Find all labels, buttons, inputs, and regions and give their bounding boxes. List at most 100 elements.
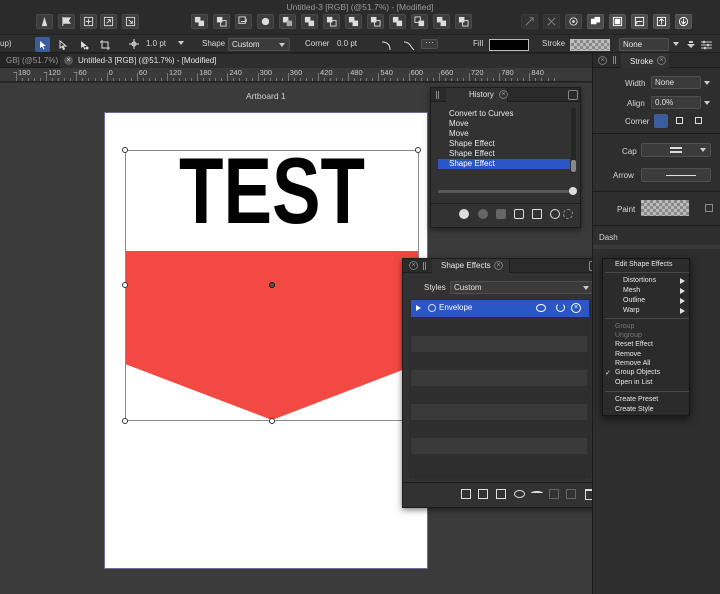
stroke-width-value[interactable]: 1.0 pt [146, 39, 166, 48]
selection-handle-nw[interactable] [122, 147, 128, 153]
menu-item-mesh[interactable]: Mesh [623, 287, 640, 294]
close-icon[interactable]: × [657, 56, 666, 65]
chevron-down-icon[interactable] [704, 101, 710, 105]
boolean-divide-button[interactable] [279, 14, 296, 29]
chevron-down-icon[interactable] [704, 81, 710, 85]
panel-menu-icon[interactable] [568, 90, 578, 100]
cap-select[interactable] [641, 143, 711, 157]
wave-icon[interactable] [531, 491, 543, 495]
menu-item-remove-all[interactable]: Remove All [615, 360, 650, 367]
corner-round-button[interactable] [379, 37, 394, 52]
order-front-button[interactable] [433, 14, 450, 29]
selection-handle-w[interactable] [122, 282, 128, 288]
effect-row-envelope[interactable]: Envelope × [411, 300, 589, 317]
rotate-button[interactable] [411, 14, 428, 29]
remove-effect-icon[interactable]: × [571, 303, 581, 313]
sliders-icon[interactable] [699, 39, 713, 51]
corner-miter-button[interactable] [654, 114, 668, 128]
fill-swatch[interactable] [489, 39, 529, 51]
close-panel-icon[interactable]: × [598, 56, 607, 65]
selection-center-handle[interactable] [269, 282, 275, 288]
view-mode-button[interactable] [587, 14, 604, 29]
menu-item-create-preset[interactable]: Create Preset [615, 396, 658, 403]
node-tool[interactable] [55, 37, 70, 52]
add-effect-icon[interactable] [461, 489, 471, 499]
visibility-eye-icon[interactable] [536, 304, 546, 312]
assistant-button[interactable] [609, 14, 626, 29]
corner-bevel-button[interactable] [692, 114, 706, 128]
layer-button[interactable] [631, 14, 648, 29]
menu-item-ungroup[interactable]: Ungroup [615, 332, 642, 339]
paint-checkbox[interactable] [705, 204, 713, 212]
reset-effect-icon[interactable] [556, 303, 565, 312]
menu-item-open-in-list[interactable]: Open in List [615, 379, 652, 386]
selection-handle-ne[interactable] [415, 147, 421, 153]
panel-grip-icon[interactable] [423, 262, 426, 270]
share-button[interactable] [100, 14, 117, 29]
combine-button[interactable] [301, 14, 318, 29]
boolean-subtract-button[interactable] [213, 14, 230, 29]
corner-smooth-button[interactable] [401, 37, 416, 52]
duplicate-icon[interactable] [549, 489, 559, 499]
image-icon[interactable] [532, 209, 542, 219]
menu-item-warp[interactable]: Warp [623, 307, 639, 314]
history-options-icon[interactable] [514, 209, 524, 219]
boolean-add-button[interactable] [191, 14, 208, 29]
horizontal-ruler[interactable]: 180 120 60 0 60 120 180 240 300 360 420 480 540 600 66… [0, 68, 592, 82]
tab-active-document[interactable]: × Untitled-3 [RGB] (@51.7%) - [Modified] [60, 54, 592, 68]
arrow-select[interactable] [641, 168, 711, 182]
download-button[interactable] [675, 14, 692, 29]
expand-arrow-icon[interactable] [416, 305, 421, 311]
trash-icon[interactable] [578, 207, 587, 219]
flip-button[interactable] [389, 14, 406, 29]
close-icon[interactable]: × [499, 90, 508, 99]
move-tool[interactable] [35, 37, 50, 52]
styles-select[interactable]: Custom [450, 281, 594, 294]
close-panel-icon[interactable]: × [409, 261, 418, 270]
boolean-xor-button[interactable] [257, 14, 274, 29]
history-scrollbar[interactable] [571, 108, 576, 173]
settings-icon[interactable] [563, 209, 573, 219]
stroke-style-dropdown-icon[interactable] [673, 42, 679, 46]
menu-item-group-objects[interactable]: Group Objects [615, 369, 660, 376]
copy-icon[interactable] [566, 489, 576, 499]
history-item-current[interactable]: Shape Effect [438, 159, 570, 169]
snapping-button[interactable] [521, 14, 538, 29]
align-field[interactable]: 0.0% [651, 96, 701, 109]
width-field[interactable]: None [651, 76, 701, 89]
undo-icon[interactable] [478, 209, 488, 219]
tab-stroke[interactable]: Stroke [630, 57, 653, 66]
history-item[interactable]: Shape Effect [438, 149, 570, 159]
align-button[interactable] [323, 14, 340, 29]
selection-handle-s[interactable] [269, 418, 275, 424]
crop-tool[interactable] [97, 37, 112, 52]
menu-item-remove[interactable]: Remove [615, 351, 641, 358]
corner-value[interactable]: 0.0 pt [337, 39, 357, 48]
panel-grip-icon[interactable] [613, 56, 616, 64]
panel-grip-icon[interactable] [436, 91, 439, 99]
history-item[interactable]: Move [438, 129, 570, 139]
menu-item-group[interactable]: Group [615, 323, 634, 330]
boolean-intersect-button[interactable] [235, 14, 252, 29]
paint-swatch[interactable] [641, 200, 689, 216]
close-tab-icon[interactable]: × [64, 56, 73, 65]
stroke-width-dropdown-arrow[interactable] [178, 41, 184, 45]
menu-item-outline[interactable]: Outline [623, 297, 645, 304]
menu-item-create-style[interactable]: Create Style [615, 406, 654, 413]
history-item[interactable]: Convert to Curves [438, 109, 570, 119]
shape-select[interactable]: Custom [228, 38, 290, 51]
arrange-button[interactable] [80, 14, 97, 29]
transform-button[interactable] [367, 14, 384, 29]
corner-round-button[interactable] [673, 114, 687, 128]
history-item[interactable]: Move [438, 119, 570, 129]
upload-button[interactable] [653, 14, 670, 29]
clear-icon[interactable] [550, 209, 560, 219]
flag-button[interactable] [58, 14, 75, 29]
menu-item-reset-effect[interactable]: Reset Effect [615, 341, 653, 348]
redo-icon[interactable] [496, 209, 506, 219]
stroke-swatch[interactable] [570, 39, 610, 51]
quick-mask-button[interactable] [543, 14, 560, 29]
edit-effect-icon[interactable] [478, 489, 488, 499]
stroke-style-select[interactable]: None [619, 38, 669, 51]
snap-toggle-button[interactable] [565, 14, 582, 29]
